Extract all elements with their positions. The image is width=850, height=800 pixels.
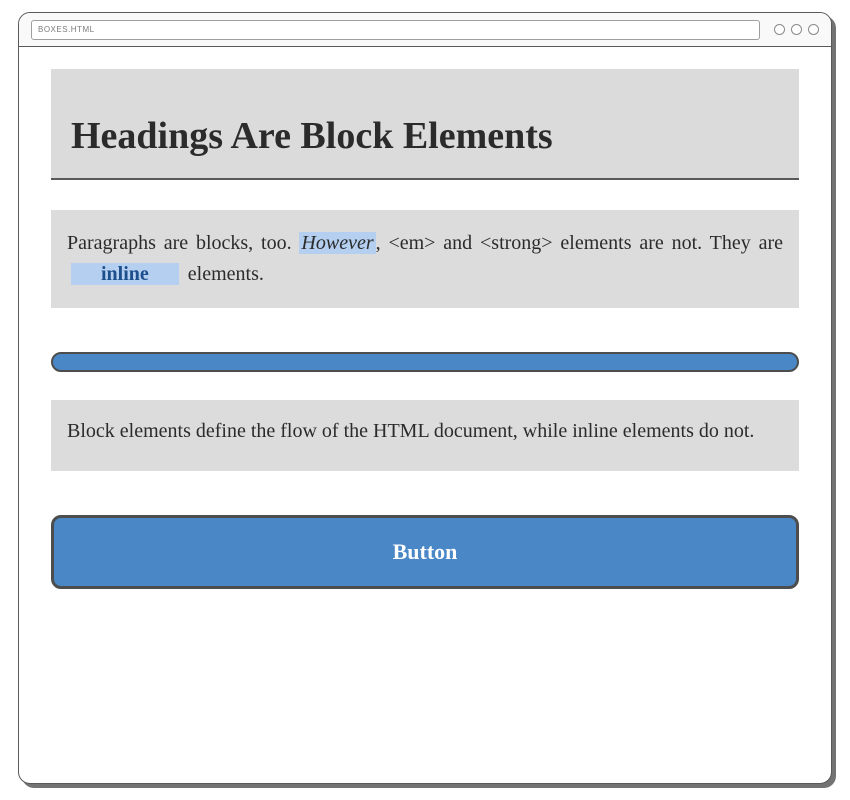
button-label: Button xyxy=(393,539,458,565)
em-inline: However xyxy=(299,232,375,254)
window-control-max[interactable] xyxy=(791,24,802,35)
address-bar[interactable]: BOXES.HTML xyxy=(31,20,760,40)
address-text: BOXES.HTML xyxy=(38,25,95,34)
para1-text-3: elements. xyxy=(183,263,264,285)
para1-text-2: , <em> and <strong> elements are not. Th… xyxy=(376,232,783,254)
browser-chrome: BOXES.HTML xyxy=(19,13,831,47)
divider-bar xyxy=(51,352,799,372)
browser-window: BOXES.HTML Headings Are Block Elements P… xyxy=(18,12,832,784)
window-control-min[interactable] xyxy=(774,24,785,35)
paragraph-block-2: Block elements define the flow of the HT… xyxy=(51,400,799,471)
page-viewport: Headings Are Block Elements Paragraphs a… xyxy=(19,47,831,619)
para2-text: Block elements define the flow of the HT… xyxy=(67,420,754,442)
window-control-close[interactable] xyxy=(808,24,819,35)
strong-inline: inline xyxy=(71,263,179,285)
heading-block: Headings Are Block Elements xyxy=(51,69,799,180)
paragraph-block-1: Paragraphs are blocks, too. However, <em… xyxy=(51,210,799,308)
page-heading: Headings Are Block Elements xyxy=(71,114,779,158)
primary-button[interactable]: Button xyxy=(51,515,799,589)
window-controls xyxy=(774,24,819,35)
para1-text-1: Paragraphs are blocks, too. xyxy=(67,232,299,254)
